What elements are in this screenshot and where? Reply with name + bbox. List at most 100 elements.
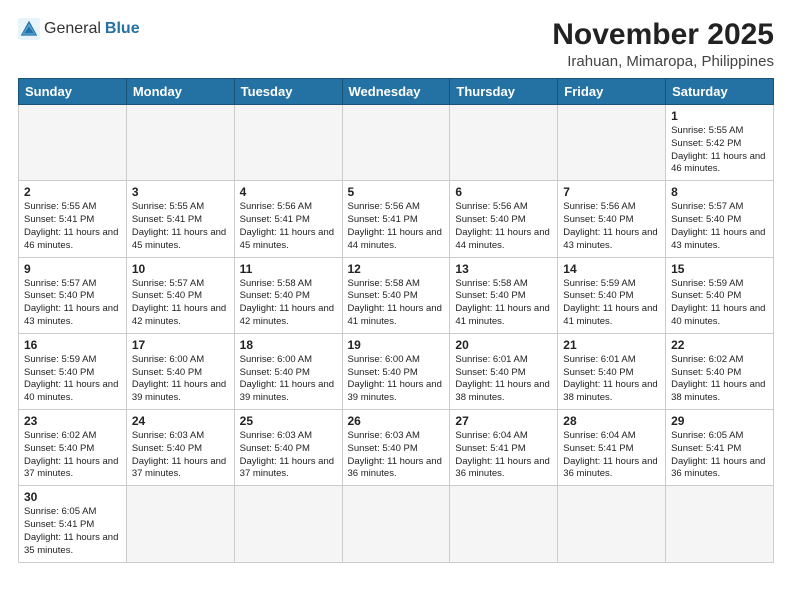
- day-28-num: 28: [563, 414, 660, 428]
- logo-general-text: General: [44, 21, 101, 37]
- week-6-row: 30 Sunrise: 6:05 AM Sunset: 5:41 PM Dayl…: [19, 486, 774, 562]
- location-title: Irahuan, Mimaropa, Philippines: [552, 53, 774, 70]
- day-24-num: 24: [132, 414, 229, 428]
- day-15-info: Sunrise: 5:59 AM Sunset: 5:40 PM Dayligh…: [671, 278, 768, 329]
- day-24-cell: 24 Sunrise: 6:03 AM Sunset: 5:40 PM Dayl…: [126, 410, 234, 486]
- day-27-info: Sunrise: 6:04 AM Sunset: 5:41 PM Dayligh…: [455, 430, 552, 481]
- day-14-info: Sunrise: 5:59 AM Sunset: 5:40 PM Dayligh…: [563, 278, 660, 329]
- day-6-num: 6: [455, 185, 552, 199]
- day-30-num: 30: [24, 490, 121, 504]
- day-4-cell: 4 Sunrise: 5:56 AM Sunset: 5:41 PM Dayli…: [234, 181, 342, 257]
- day-20-num: 20: [455, 338, 552, 352]
- day-1-cell: 1 Sunrise: 5:55 AM Sunset: 5:42 PM Dayli…: [666, 105, 774, 181]
- header-thursday: Thursday: [450, 79, 558, 105]
- day-22-cell: 22 Sunrise: 6:02 AM Sunset: 5:40 PM Dayl…: [666, 333, 774, 409]
- day-13-cell: 13 Sunrise: 5:58 AM Sunset: 5:40 PM Dayl…: [450, 257, 558, 333]
- empty-cell: [450, 486, 558, 562]
- week-5-row: 23 Sunrise: 6:02 AM Sunset: 5:40 PM Dayl…: [19, 410, 774, 486]
- page: General Blue November 2025 Irahuan, Mima…: [0, 0, 792, 612]
- day-23-info: Sunrise: 6:02 AM Sunset: 5:40 PM Dayligh…: [24, 430, 121, 481]
- day-3-cell: 3 Sunrise: 5:55 AM Sunset: 5:41 PM Dayli…: [126, 181, 234, 257]
- day-18-num: 18: [240, 338, 337, 352]
- day-29-cell: 29 Sunrise: 6:05 AM Sunset: 5:41 PM Dayl…: [666, 410, 774, 486]
- weekday-header-row: Sunday Monday Tuesday Wednesday Thursday…: [19, 79, 774, 105]
- day-12-info: Sunrise: 5:58 AM Sunset: 5:40 PM Dayligh…: [348, 278, 445, 329]
- day-19-info: Sunrise: 6:00 AM Sunset: 5:40 PM Dayligh…: [348, 354, 445, 405]
- day-17-num: 17: [132, 338, 229, 352]
- day-1-info: Sunrise: 5:55 AM Sunset: 5:42 PM Dayligh…: [671, 125, 768, 176]
- day-18-cell: 18 Sunrise: 6:00 AM Sunset: 5:40 PM Dayl…: [234, 333, 342, 409]
- header-sunday: Sunday: [19, 79, 127, 105]
- day-9-cell: 9 Sunrise: 5:57 AM Sunset: 5:40 PM Dayli…: [19, 257, 127, 333]
- empty-cell: [342, 105, 450, 181]
- empty-cell: [666, 486, 774, 562]
- day-8-num: 8: [671, 185, 768, 199]
- day-10-num: 10: [132, 262, 229, 276]
- day-13-info: Sunrise: 5:58 AM Sunset: 5:40 PM Dayligh…: [455, 278, 552, 329]
- day-3-info: Sunrise: 5:55 AM Sunset: 5:41 PM Dayligh…: [132, 201, 229, 252]
- day-21-cell: 21 Sunrise: 6:01 AM Sunset: 5:40 PM Dayl…: [558, 333, 666, 409]
- day-24-info: Sunrise: 6:03 AM Sunset: 5:40 PM Dayligh…: [132, 430, 229, 481]
- header: General Blue November 2025 Irahuan, Mima…: [18, 18, 774, 70]
- day-23-num: 23: [24, 414, 121, 428]
- day-18-info: Sunrise: 6:00 AM Sunset: 5:40 PM Dayligh…: [240, 354, 337, 405]
- header-saturday: Saturday: [666, 79, 774, 105]
- day-11-cell: 11 Sunrise: 5:58 AM Sunset: 5:40 PM Dayl…: [234, 257, 342, 333]
- empty-cell: [126, 486, 234, 562]
- day-29-info: Sunrise: 6:05 AM Sunset: 5:41 PM Dayligh…: [671, 430, 768, 481]
- day-21-num: 21: [563, 338, 660, 352]
- day-16-cell: 16 Sunrise: 5:59 AM Sunset: 5:40 PM Dayl…: [19, 333, 127, 409]
- day-4-info: Sunrise: 5:56 AM Sunset: 5:41 PM Dayligh…: [240, 201, 337, 252]
- day-4-num: 4: [240, 185, 337, 199]
- day-9-num: 9: [24, 262, 121, 276]
- day-3-num: 3: [132, 185, 229, 199]
- day-16-info: Sunrise: 5:59 AM Sunset: 5:40 PM Dayligh…: [24, 354, 121, 405]
- logo: General Blue: [18, 18, 140, 40]
- day-22-info: Sunrise: 6:02 AM Sunset: 5:40 PM Dayligh…: [671, 354, 768, 405]
- generalblue-icon: [18, 18, 40, 40]
- day-12-num: 12: [348, 262, 445, 276]
- day-30-cell: 30 Sunrise: 6:05 AM Sunset: 5:41 PM Dayl…: [19, 486, 127, 562]
- calendar-table: Sunday Monday Tuesday Wednesday Thursday…: [18, 78, 774, 563]
- week-1-row: 1 Sunrise: 5:55 AM Sunset: 5:42 PM Dayli…: [19, 105, 774, 181]
- day-26-info: Sunrise: 6:03 AM Sunset: 5:40 PM Dayligh…: [348, 430, 445, 481]
- empty-cell: [19, 105, 127, 181]
- header-monday: Monday: [126, 79, 234, 105]
- day-27-num: 27: [455, 414, 552, 428]
- day-12-cell: 12 Sunrise: 5:58 AM Sunset: 5:40 PM Dayl…: [342, 257, 450, 333]
- day-21-info: Sunrise: 6:01 AM Sunset: 5:40 PM Dayligh…: [563, 354, 660, 405]
- day-17-info: Sunrise: 6:00 AM Sunset: 5:40 PM Dayligh…: [132, 354, 229, 405]
- day-7-info: Sunrise: 5:56 AM Sunset: 5:40 PM Dayligh…: [563, 201, 660, 252]
- day-29-num: 29: [671, 414, 768, 428]
- day-28-cell: 28 Sunrise: 6:04 AM Sunset: 5:41 PM Dayl…: [558, 410, 666, 486]
- day-30-info: Sunrise: 6:05 AM Sunset: 5:41 PM Dayligh…: [24, 506, 121, 557]
- day-22-num: 22: [671, 338, 768, 352]
- header-friday: Friday: [558, 79, 666, 105]
- week-2-row: 2 Sunrise: 5:55 AM Sunset: 5:41 PM Dayli…: [19, 181, 774, 257]
- day-15-num: 15: [671, 262, 768, 276]
- day-6-cell: 6 Sunrise: 5:56 AM Sunset: 5:40 PM Dayli…: [450, 181, 558, 257]
- day-5-info: Sunrise: 5:56 AM Sunset: 5:41 PM Dayligh…: [348, 201, 445, 252]
- day-20-info: Sunrise: 6:01 AM Sunset: 5:40 PM Dayligh…: [455, 354, 552, 405]
- day-7-cell: 7 Sunrise: 5:56 AM Sunset: 5:40 PM Dayli…: [558, 181, 666, 257]
- day-2-cell: 2 Sunrise: 5:55 AM Sunset: 5:41 PM Dayli…: [19, 181, 127, 257]
- empty-cell: [342, 486, 450, 562]
- day-20-cell: 20 Sunrise: 6:01 AM Sunset: 5:40 PM Dayl…: [450, 333, 558, 409]
- day-11-info: Sunrise: 5:58 AM Sunset: 5:40 PM Dayligh…: [240, 278, 337, 329]
- day-2-info: Sunrise: 5:55 AM Sunset: 5:41 PM Dayligh…: [24, 201, 121, 252]
- day-19-num: 19: [348, 338, 445, 352]
- header-tuesday: Tuesday: [234, 79, 342, 105]
- week-4-row: 16 Sunrise: 5:59 AM Sunset: 5:40 PM Dayl…: [19, 333, 774, 409]
- day-2-num: 2: [24, 185, 121, 199]
- day-14-num: 14: [563, 262, 660, 276]
- day-9-info: Sunrise: 5:57 AM Sunset: 5:40 PM Dayligh…: [24, 278, 121, 329]
- day-8-cell: 8 Sunrise: 5:57 AM Sunset: 5:40 PM Dayli…: [666, 181, 774, 257]
- empty-cell: [234, 105, 342, 181]
- day-26-cell: 26 Sunrise: 6:03 AM Sunset: 5:40 PM Dayl…: [342, 410, 450, 486]
- logo-area: General Blue: [18, 18, 140, 40]
- day-5-cell: 5 Sunrise: 5:56 AM Sunset: 5:41 PM Dayli…: [342, 181, 450, 257]
- empty-cell: [558, 105, 666, 181]
- logo-blue-text: Blue: [105, 21, 140, 37]
- month-title: November 2025: [552, 18, 774, 51]
- day-13-num: 13: [455, 262, 552, 276]
